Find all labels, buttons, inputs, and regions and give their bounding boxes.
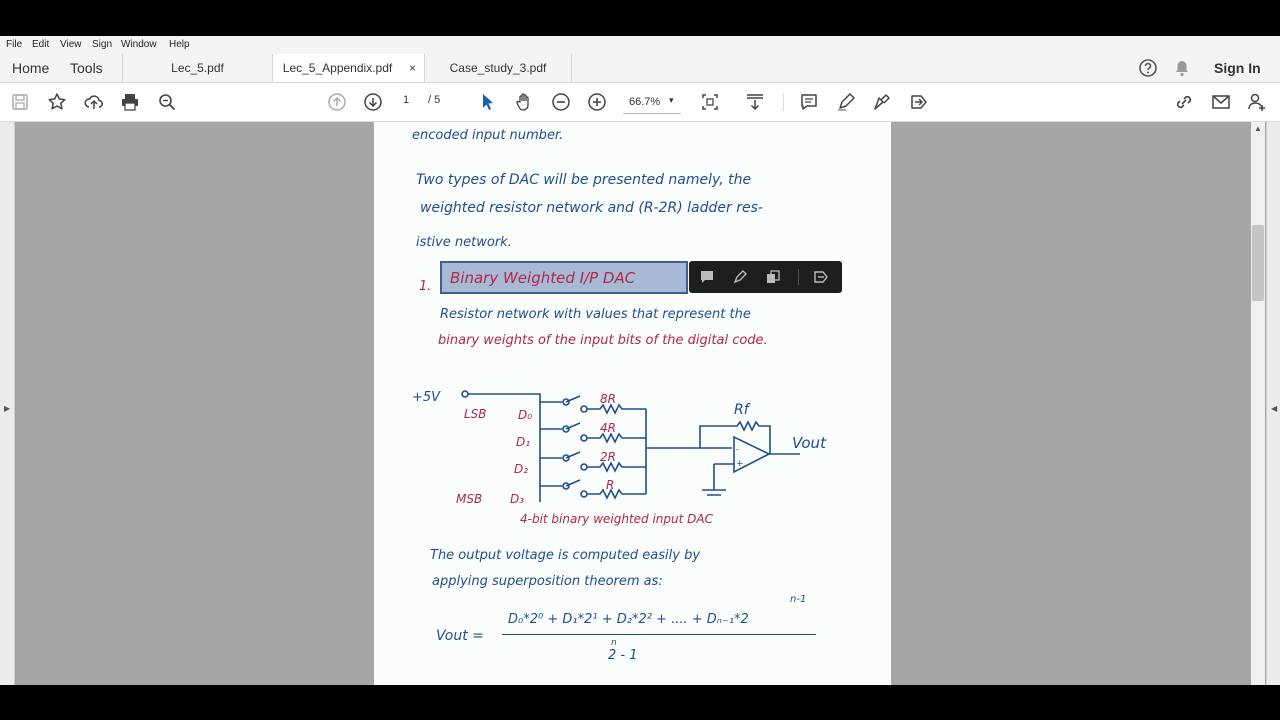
expand-right-icon: ▶ [4, 404, 10, 413]
supply-label: +5V [412, 390, 440, 405]
zoom-value: 66.7% [629, 96, 660, 108]
annotation-quick-toolbar [689, 261, 842, 293]
help-icon[interactable] [1138, 58, 1158, 78]
zoom-out-icon[interactable] [551, 92, 571, 112]
scroll-up-icon[interactable]: ▲ [1254, 124, 1262, 133]
left-panel-toggle[interactable]: ▶ [0, 122, 15, 685]
input-bit-d1: D₁ [516, 435, 530, 449]
menu-sign[interactable]: Sign [92, 39, 112, 50]
circuit-caption: 4-bit binary weighted input DAC [520, 512, 713, 526]
share-export-icon[interactable] [909, 92, 929, 112]
more-tools-icon[interactable] [813, 269, 829, 285]
fraction-bar [502, 634, 816, 635]
scrolling-mode-icon[interactable] [745, 92, 765, 112]
input-bit-d3: D₃ [510, 492, 524, 506]
doc-line: The output voltage is computed easily by [430, 548, 700, 563]
lsb-label: LSB [464, 407, 487, 421]
resistor-2r-label: 2R [600, 450, 616, 464]
doc-line: Resistor network with values that repres… [440, 307, 751, 322]
tab-label: Lec_5.pdf [171, 61, 224, 75]
toolbar-divider [783, 93, 784, 111]
hand-tool-icon[interactable] [514, 92, 534, 112]
doc-line: Two types of DAC will be presented namel… [416, 172, 751, 188]
formula-den-exponent: n [611, 638, 617, 648]
highlight-icon[interactable] [732, 269, 748, 285]
highlight-pen-icon[interactable] [836, 92, 856, 112]
tab-document-lec5-appendix[interactable]: Lec_5_Appendix.pdf × [272, 54, 424, 82]
doc-line: weighted resistor network and (R-2R) lad… [420, 200, 763, 216]
search-zoom-icon[interactable] [157, 92, 177, 112]
document-workspace: ▶ encoded input number. Two types of DAC… [0, 122, 1280, 685]
vout-label: Vout [792, 434, 826, 452]
tab-home[interactable]: Home [12, 60, 49, 76]
formula-exponent: n-1 [790, 594, 806, 605]
right-panel-toggle[interactable]: ◀ [1266, 122, 1280, 685]
link-icon[interactable] [1174, 92, 1194, 112]
resistor-4r-label: 4R [600, 421, 616, 435]
comment-icon[interactable] [799, 92, 819, 112]
next-page-icon[interactable] [363, 92, 383, 112]
tab-bar: Home Tools Lec_5.pdf Lec_5_Appendix.pdf … [0, 54, 1280, 83]
formula-numerator: D₀*2⁰ + D₁*2¹ + D₂*2² + .... + Dₙ₋₁*2 [508, 612, 749, 627]
copy-icon[interactable] [765, 269, 781, 285]
menu-window[interactable]: Window [121, 39, 157, 50]
opamp-minus: - [736, 445, 739, 455]
formula-denominator: 2 - 1 [608, 648, 638, 663]
menu-edit[interactable]: Edit [32, 39, 49, 50]
print-icon[interactable] [120, 92, 140, 112]
tab-document-case-study[interactable]: Case_study_3.pdf [424, 54, 572, 82]
toolbar: 1 / 5 66.7% ▾ [0, 83, 1280, 122]
add-user-icon[interactable] [1247, 92, 1267, 112]
popup-divider [798, 269, 799, 285]
tab-label: Case_study_3.pdf [450, 61, 547, 75]
page-total: / 5 [428, 94, 440, 106]
doc-line: encoded input number. [412, 128, 563, 143]
save-icon[interactable] [10, 92, 30, 112]
scrollbar-thumb[interactable] [1252, 225, 1264, 301]
tab-tools[interactable]: Tools [70, 60, 103, 76]
input-bit-d0: D₀ [518, 408, 532, 422]
notification-bell-icon[interactable] [1172, 58, 1192, 78]
input-bit-d2: D₂ [514, 462, 528, 476]
resistor-r-label: R [606, 478, 614, 492]
upload-cloud-icon[interactable] [84, 92, 104, 112]
menu-help[interactable]: Help [169, 39, 190, 50]
close-tab-icon[interactable]: × [409, 54, 416, 82]
resistor-8r-label: 8R [600, 392, 616, 406]
vertical-scrollbar[interactable] [1251, 122, 1265, 685]
feedback-resistor-label: Rf [734, 402, 749, 418]
pdf-page: encoded input number. Two types of DAC w… [374, 122, 891, 685]
tab-label: Lec_5_Appendix.pdf [283, 61, 392, 75]
doc-line: binary weights of the input bits of the … [438, 333, 768, 348]
tab-document-lec5[interactable]: Lec_5.pdf [122, 54, 272, 82]
expand-left-icon: ◀ [1271, 404, 1277, 413]
doc-line: istive network. [416, 235, 512, 250]
opamp-plus: + [736, 459, 744, 469]
bookmark-star-icon[interactable] [47, 92, 67, 112]
menu-view[interactable]: View [60, 39, 82, 50]
menu-file[interactable]: File [6, 39, 22, 50]
add-comment-icon[interactable] [699, 269, 715, 285]
formula-lhs: Vout = [436, 628, 484, 644]
draw-sign-icon[interactable] [872, 92, 892, 112]
page-number-input[interactable]: 1 [403, 94, 409, 106]
chevron-down-icon: ▾ [669, 95, 674, 106]
section-number: 1. [419, 279, 431, 294]
menu-bar: File Edit View Sign Window Help [0, 36, 1280, 54]
section-heading: Binary Weighted I/P DAC [450, 269, 635, 287]
zoom-level-select[interactable]: 66.7% ▾ [623, 91, 681, 114]
pdf-reader-window: File Edit View Sign Window Help Home Too… [0, 36, 1280, 685]
previous-page-icon[interactable] [327, 92, 347, 112]
sign-in-button[interactable]: Sign In [1214, 60, 1261, 76]
zoom-in-icon[interactable] [587, 92, 607, 112]
msb-label: MSB [456, 492, 482, 506]
fit-page-icon[interactable] [700, 92, 720, 112]
doc-line: applying superposition theorem as: [432, 574, 663, 589]
email-icon[interactable] [1211, 92, 1231, 112]
select-cursor-icon[interactable] [478, 92, 498, 112]
